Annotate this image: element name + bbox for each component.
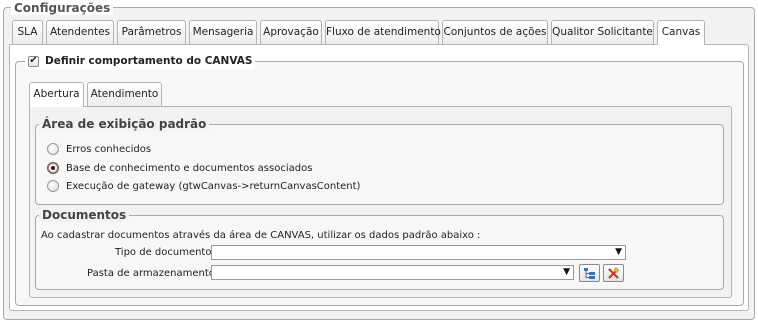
tab-aprovacao[interactable]: Aprovação bbox=[260, 20, 322, 44]
radio-execucao-gateway-row[interactable]: Execução de gateway (gtwCanvas->returnCa… bbox=[47, 180, 360, 192]
folder-tree-icon bbox=[584, 267, 595, 279]
canvas-legend: ✔ Definir comportamento do CANVAS bbox=[25, 53, 256, 69]
radio-execucao-gateway-label: Execução de gateway (gtwCanvas->returnCa… bbox=[66, 180, 361, 192]
radio-erros-conhecidos-label: Erros conhecidos bbox=[66, 143, 152, 155]
pasta-armazenamento-label: Pasta de armazenamento : bbox=[87, 268, 222, 279]
chevron-down-icon: ▼ bbox=[615, 247, 622, 257]
configuracoes-title: Configurações bbox=[11, 1, 114, 15]
clear-button[interactable] bbox=[603, 264, 624, 282]
definir-comportamento-checkbox[interactable]: ✔ bbox=[28, 55, 39, 67]
tab-sla[interactable]: SLA bbox=[12, 20, 43, 44]
documentos-description: Ao cadastrar documentos através da área … bbox=[41, 230, 481, 241]
tipo-documento-label: Tipo de documento : bbox=[115, 247, 219, 258]
tab-fluxo-de-atendimento[interactable]: Fluxo de atendimento bbox=[325, 20, 441, 44]
chevron-down-icon: ▼ bbox=[563, 267, 570, 277]
tab-atendimento[interactable]: Atendimento bbox=[87, 82, 162, 106]
documentos-title: Documentos bbox=[39, 208, 130, 222]
radio-base-conhecimento[interactable] bbox=[47, 162, 59, 174]
tab-atendentes[interactable]: Atendentes bbox=[46, 20, 114, 44]
clear-x-icon bbox=[608, 266, 620, 279]
radio-base-conhecimento-row[interactable]: Base de conhecimento e documentos associ… bbox=[47, 162, 312, 174]
tab-canvas[interactable]: Canvas bbox=[657, 20, 705, 45]
radio-erros-conhecidos-row[interactable]: Erros conhecidos bbox=[47, 143, 151, 155]
tab-abertura[interactable]: Abertura bbox=[29, 82, 84, 107]
tab-mensageria[interactable]: Mensageria bbox=[189, 20, 257, 44]
radio-erros-conhecidos[interactable] bbox=[47, 143, 59, 155]
radio-execucao-gateway[interactable] bbox=[47, 180, 59, 192]
pasta-armazenamento-select[interactable]: ▼ bbox=[211, 265, 574, 280]
area-exibicao-title: Área de exibição padrão bbox=[39, 117, 210, 131]
tab-qualitor-solicitante[interactable]: Qualitor Solicitante bbox=[551, 20, 654, 44]
folder-tree-button[interactable] bbox=[579, 264, 600, 282]
tipo-documento-select[interactable]: ▼ bbox=[211, 245, 626, 260]
tab-conjuntos-de-acoes[interactable]: Conjuntos de ações bbox=[442, 20, 548, 44]
definir-comportamento-label: Definir comportamento do CANVAS bbox=[45, 55, 253, 67]
radio-base-conhecimento-label: Base de conhecimento e documentos associ… bbox=[66, 162, 313, 174]
tab-parametros[interactable]: Parâmetros bbox=[117, 20, 186, 44]
